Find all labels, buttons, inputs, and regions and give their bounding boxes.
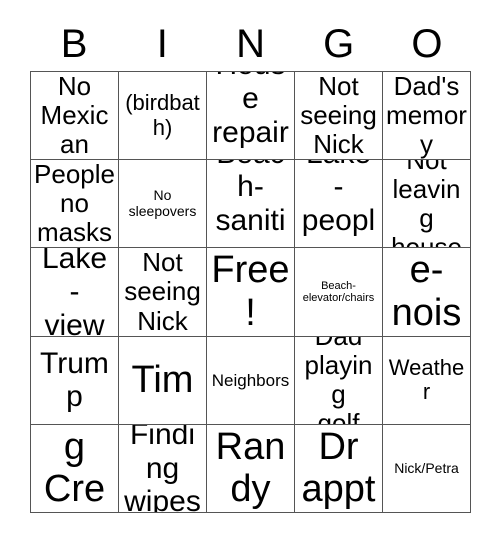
bingo-cell-label: Weather [388, 354, 465, 405]
bingo-cell-label: Finding wipes [124, 424, 201, 513]
bingo-cell-r4c3[interactable]: Neighbors [207, 336, 295, 425]
bingo-cell-label: No Mexican [40, 72, 109, 160]
bingo-cell-label: Lake - view [41, 248, 108, 337]
bingo-grid: No Mexican(birdbath)House repairsNot see… [30, 71, 471, 513]
bingo-cell-label: People no masks [34, 160, 115, 248]
bingo-cell-label: Beach- elevator/chairs [302, 279, 375, 304]
bingo-cell-label: (birdbath) [125, 89, 200, 140]
bingo-cell-r4c2[interactable]: Tim [119, 336, 207, 425]
bingo-cell-label: Not seeing Nick [300, 72, 377, 160]
bingo-cell-r3c5[interactable]: Lake- noise [383, 248, 471, 337]
bingo-header-letter-3: N [236, 22, 265, 66]
bingo-cell-label: Beach- sanitize [215, 160, 286, 247]
bingo-cell-label: Lake- noise [391, 248, 462, 335]
bingo-cell-label: Dad playing golf [304, 337, 373, 425]
bingo-cell-r3c3[interactable]: Free! [207, 248, 295, 337]
bingo-cell-r1c3[interactable]: House repairs [207, 72, 295, 161]
bingo-cell-label: Not leaving house [391, 160, 462, 249]
bingo-cell-label: Nick/Petra [394, 459, 459, 476]
bingo-cell-r1c2[interactable]: (birdbath) [119, 72, 207, 161]
bingo-cell-r5c2[interactable]: Finding wipes [119, 424, 207, 513]
bingo-cell-label: Neighbors [211, 370, 290, 390]
bingo-card: BINGO No Mexican(birdbath)House repairsN… [0, 0, 500, 544]
bingo-header-letter-5: O [411, 22, 443, 66]
bingo-cell-label: Not seeing Nick [124, 248, 201, 336]
bingo-cell-label: Randy [215, 425, 286, 511]
bingo-cell-label: Trump [40, 346, 109, 414]
bingo-cell-label: Dad's memory [386, 72, 467, 160]
bingo-cell-r4c1[interactable]: Trump [31, 336, 119, 425]
bingo-cell-label: House repairs [212, 72, 289, 159]
bingo-cell-r2c4[interactable]: Lake - people [295, 160, 383, 249]
bingo-cell-r3c2[interactable]: Not seeing Nick [119, 248, 207, 337]
bingo-cell-label: Free! [211, 249, 290, 334]
bingo-cell-r2c1[interactable]: People no masks [31, 160, 119, 249]
bingo-cell-r5c5[interactable]: Nick/Petra [383, 424, 471, 513]
bingo-header-letter-1: B [60, 22, 88, 66]
bingo-cell-r5c1[interactable]: Fixing Creek [31, 424, 119, 513]
bingo-cell-r2c3[interactable]: Beach- sanitize [207, 160, 295, 249]
bingo-cell-r4c5[interactable]: Weather [383, 336, 471, 425]
bingo-cell-r1c1[interactable]: No Mexican [31, 72, 119, 161]
bingo-cell-label: Tim [131, 358, 194, 401]
bingo-cell-r3c4[interactable]: Beach- elevator/chairs [295, 248, 383, 337]
bingo-cell-r1c5[interactable]: Dad's memory [383, 72, 471, 161]
bingo-cell-r3c1[interactable]: Lake - view [31, 248, 119, 337]
bingo-cell-r5c4[interactable]: Dr appt [295, 424, 383, 513]
bingo-cell-r5c3[interactable]: Randy [207, 424, 295, 513]
bingo-header-letter-2: I [156, 22, 168, 66]
bingo-cell-label: Lake - people [301, 160, 376, 247]
bingo-cell-label: Dr appt [301, 425, 376, 511]
bingo-cell-label: No sleepovers [128, 187, 197, 219]
bingo-cell-r2c2[interactable]: No sleepovers [119, 160, 207, 249]
bingo-cell-label: Fixing Creek [34, 425, 114, 512]
bingo-cell-r1c4[interactable]: Not seeing Nick [295, 72, 383, 161]
bingo-cell-r2c5[interactable]: Not leaving house [383, 160, 471, 249]
bingo-header-letter-4: G [323, 22, 355, 66]
bingo-header-row: BINGO [30, 18, 471, 70]
bingo-cell-r4c4[interactable]: Dad playing golf [295, 336, 383, 425]
